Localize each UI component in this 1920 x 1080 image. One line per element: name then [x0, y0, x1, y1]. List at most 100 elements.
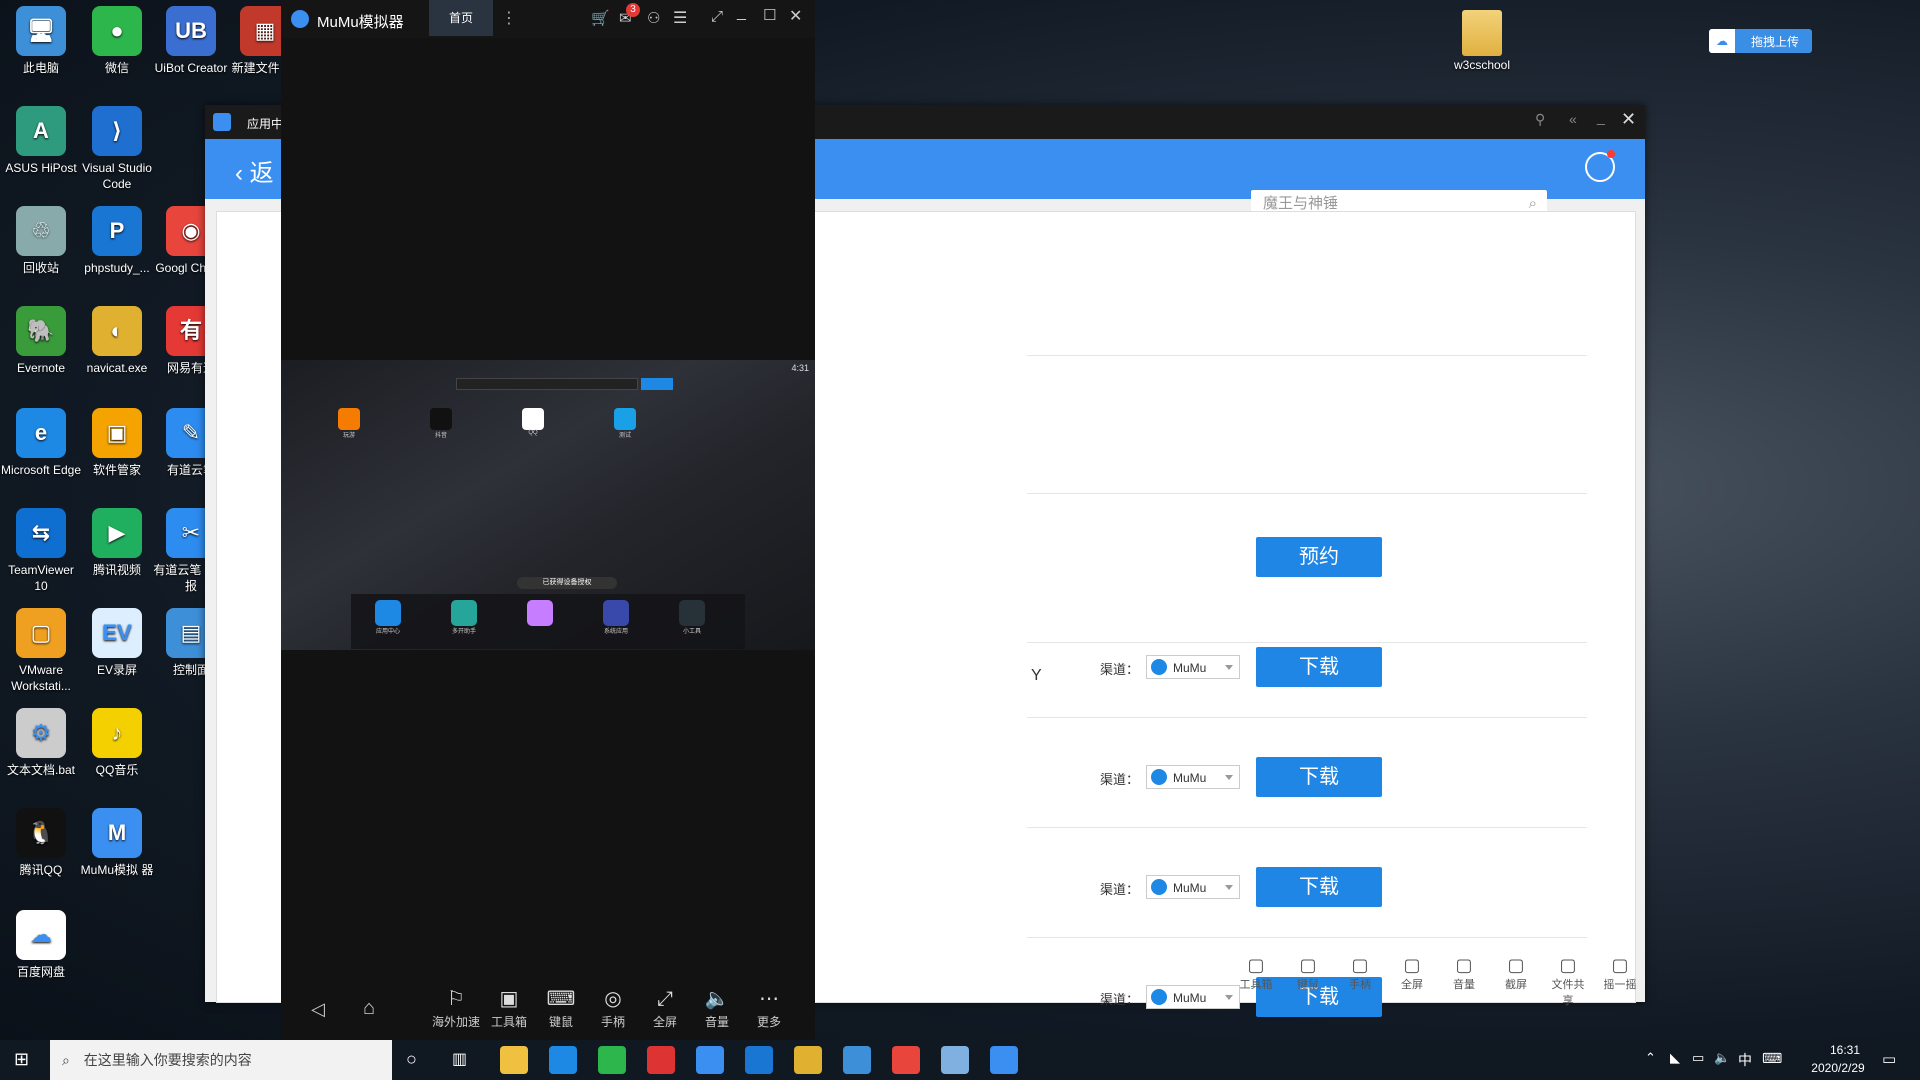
desktop-icon[interactable]: ▢ VMware Workstati...: [0, 608, 82, 694]
android-toast: 已获得设备授权: [517, 577, 617, 589]
baidu-netdisk-icon[interactable]: [696, 1046, 724, 1074]
desktop-icon[interactable]: ⇆ TeamViewer 10: [0, 508, 82, 594]
home-nav-icon[interactable]: ⌂: [363, 997, 375, 1020]
app-icon: ⚙: [16, 708, 66, 758]
clock-date[interactable]: 2020/2/29: [1798, 1061, 1878, 1075]
channel-select[interactable]: MuMu: [1146, 875, 1240, 899]
menu-icon[interactable]: ☰: [673, 8, 687, 28]
clock-time[interactable]: 16:31: [1815, 1043, 1875, 1057]
toolbar-item[interactable]: ▢ 工具箱: [1236, 955, 1276, 992]
back-nav-icon[interactable]: ◁: [311, 999, 325, 1020]
channel-select[interactable]: MuMu: [1146, 985, 1240, 1009]
windows-start-icon[interactable]: ⊞: [14, 1049, 29, 1070]
android-app[interactable]: 测试: [613, 408, 637, 439]
phpstudy-icon[interactable]: [745, 1046, 773, 1074]
toolbar-item[interactable]: ▢ 键鼠: [1288, 955, 1328, 992]
desktop-icon[interactable]: ● 微信: [76, 6, 158, 76]
toolbar-item[interactable]: ▢ 手柄: [1340, 955, 1380, 992]
channel-select[interactable]: MuMu: [1146, 765, 1240, 789]
keyboard-icon[interactable]: ⌨: [1762, 1050, 1782, 1067]
notification-center-icon[interactable]: ▭: [1882, 1050, 1896, 1068]
chrome-icon[interactable]: [892, 1046, 920, 1074]
desktop-icon[interactable]: A ASUS HiPost: [0, 106, 82, 176]
toolbar-item[interactable]: ▢ 截屏: [1496, 955, 1536, 992]
mumu-icon[interactable]: [990, 1046, 1018, 1074]
dock-app[interactable]: 小工具: [677, 600, 707, 635]
dock-app[interactable]: [525, 600, 555, 626]
desktop-icon[interactable]: ⟩ Visual Studio Code: [76, 106, 158, 192]
taskbar-search[interactable]: ⌕ 在这里输入你要搜索的内容: [50, 1040, 392, 1080]
user-icon[interactable]: ⚇: [647, 9, 660, 27]
android-search-button[interactable]: [641, 378, 673, 390]
desktop-icon[interactable]: 🐧 腾讯QQ: [0, 808, 82, 878]
minimize-icon[interactable]: _: [1597, 109, 1605, 125]
app-icon[interactable]: [647, 1046, 675, 1074]
desktop-icon[interactable]: ▣ 软件管家: [76, 408, 158, 478]
vmware-icon[interactable]: [843, 1046, 871, 1074]
toolbar-item[interactable]: ▢ 摇一摇: [1600, 955, 1640, 992]
desktop-icon[interactable]: ◐ navicat.exe: [76, 306, 158, 376]
desktop-icon[interactable]: ♲ 回收站: [0, 206, 82, 276]
android-app[interactable]: 抖音: [429, 408, 453, 439]
nav-6[interactable]: ⋯ 更多: [744, 985, 794, 1030]
download-button[interactable]: 下载: [1256, 647, 1382, 687]
network-icon[interactable]: ◣: [1670, 1050, 1680, 1066]
desktop-icon[interactable]: 🖥 此电脑: [0, 6, 82, 76]
task-view-icon[interactable]: ▥: [452, 1049, 467, 1069]
edge-icon[interactable]: [549, 1046, 577, 1074]
collapse-icon[interactable]: «: [1569, 111, 1577, 127]
nav-5[interactable]: 🔈 音量: [692, 985, 742, 1030]
desktop-icon[interactable]: ▶ 腾讯视频: [76, 508, 158, 578]
desktop-icon[interactable]: ☁ 百度网盘: [0, 910, 82, 980]
download-button[interactable]: 下载: [1256, 757, 1382, 797]
shop-icon[interactable]: 🛒: [591, 9, 610, 27]
dock-app[interactable]: 系统应用: [601, 600, 631, 635]
cortana-icon[interactable]: ○: [406, 1049, 417, 1070]
toolbar-item[interactable]: ▢ 音量: [1444, 955, 1484, 992]
toolbar-item[interactable]: ▢ 文件共享: [1548, 955, 1588, 1008]
battery-icon[interactable]: ▭: [1692, 1050, 1704, 1066]
close-icon[interactable]: ✕: [789, 6, 802, 26]
screenshot-icon[interactable]: ⤢: [711, 8, 723, 25]
android-search-bar[interactable]: [456, 378, 638, 390]
folder-icon[interactable]: [1462, 10, 1502, 56]
channel-select[interactable]: MuMu: [1146, 655, 1240, 679]
dock-app[interactable]: 多开助手: [449, 600, 479, 635]
nav-0[interactable]: ⚐ 海外加速: [431, 985, 481, 1030]
nav-2[interactable]: ⌨ 键鼠: [536, 985, 586, 1030]
desktop-icon[interactable]: ♪ QQ音乐: [76, 708, 158, 778]
back-button[interactable]: ‹ 返: [235, 153, 274, 188]
notes-icon[interactable]: [941, 1046, 969, 1074]
navicat-icon[interactable]: [794, 1046, 822, 1074]
desktop-icon[interactable]: UB UiBot Creator: [150, 6, 232, 76]
nav-3[interactable]: ◎ 手柄: [588, 985, 638, 1030]
desktop-icon-label: Visual Studio Code: [82, 161, 152, 191]
minimize-icon[interactable]: _: [737, 4, 746, 22]
close-icon[interactable]: ✕: [1621, 109, 1636, 130]
android-app[interactable]: 玩游: [337, 408, 361, 439]
nav-4[interactable]: ⤢ 全屏: [640, 985, 690, 1030]
maximize-icon[interactable]: ☐: [763, 6, 776, 24]
channel-label: 渠道：: [1100, 772, 1140, 787]
desktop-icon[interactable]: 🐘 Evernote: [0, 306, 82, 376]
dock-app[interactable]: 应用中心: [373, 600, 403, 635]
file-explorer-icon[interactable]: [500, 1046, 528, 1074]
desktop-icon[interactable]: e Microsoft Edge: [0, 408, 82, 478]
toolbar-item[interactable]: ▢ 全屏: [1392, 955, 1432, 992]
pin-icon[interactable]: ⚲: [1535, 111, 1545, 128]
desktop-icon[interactable]: Pphpstudy_...: [76, 206, 158, 276]
download-button[interactable]: 下载: [1256, 867, 1382, 907]
chevron-up-icon[interactable]: ⌃: [1645, 1050, 1656, 1066]
desktop-icon[interactable]: ⚙ 文本文档.bat: [0, 708, 82, 778]
tab-home[interactable]: 首页: [429, 0, 493, 36]
ime-indicator[interactable]: 中: [1738, 1050, 1752, 1070]
reserve-button[interactable]: 预约: [1256, 537, 1382, 577]
baidu-upload-button[interactable]: ☁ 拖拽上传: [1709, 29, 1812, 53]
nav-1[interactable]: ▣ 工具箱: [484, 985, 534, 1030]
more-vertical-icon[interactable]: ⋮: [501, 8, 517, 28]
desktop-icon[interactable]: EV EV录屏: [76, 608, 158, 678]
android-app[interactable]: QQ: [521, 408, 545, 436]
wechat-icon[interactable]: [598, 1046, 626, 1074]
volume-icon[interactable]: 🔈: [1714, 1050, 1730, 1066]
desktop-icon[interactable]: M MuMu模拟 器: [76, 808, 158, 878]
